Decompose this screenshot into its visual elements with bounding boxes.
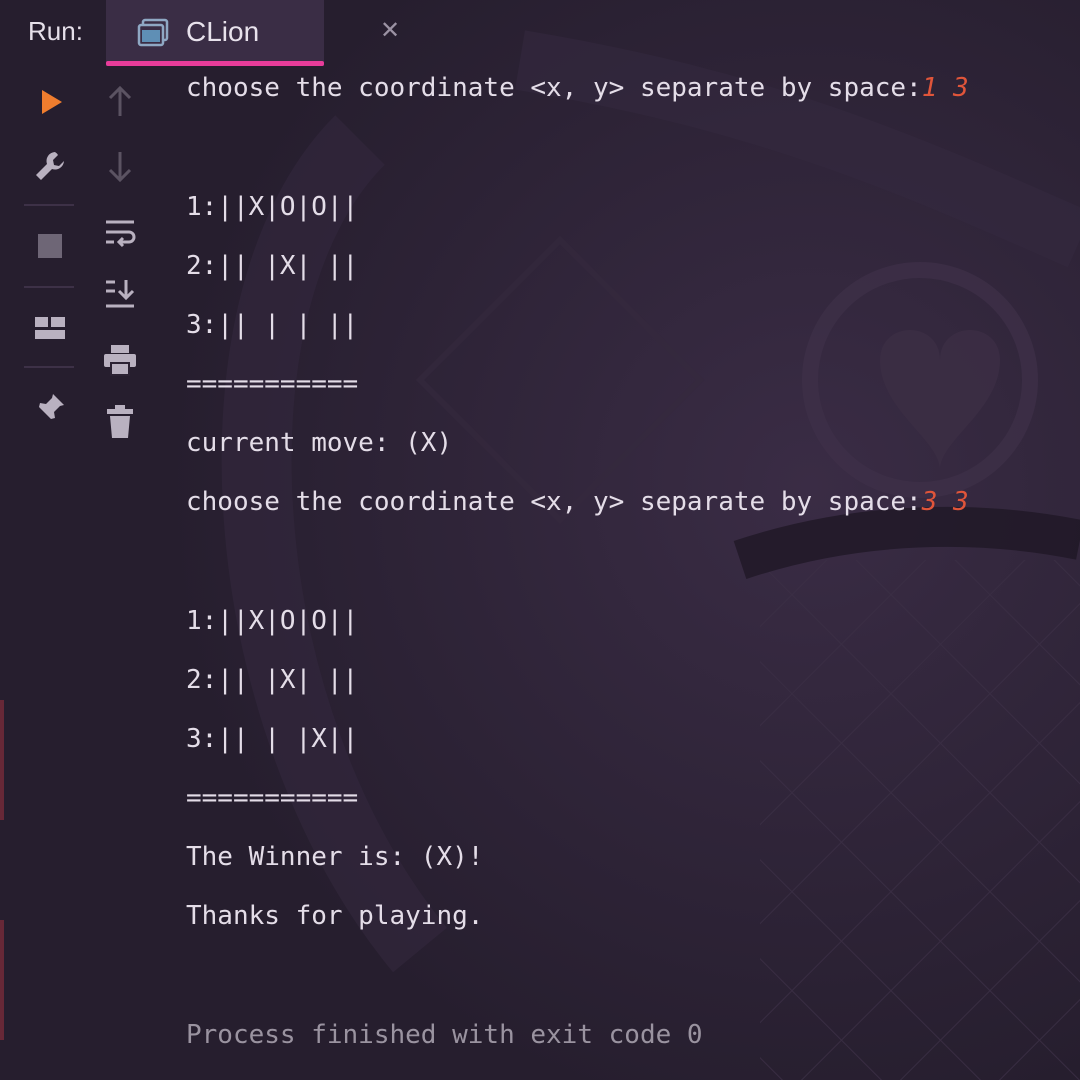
layout-button[interactable] xyxy=(30,308,70,348)
prompt-text: choose the coordinate <x, y> separate by… xyxy=(186,73,922,103)
tab-clion[interactable]: CLion ✕ xyxy=(106,0,400,66)
background-artwork xyxy=(0,0,1080,1080)
console-line: 3:|| | | || xyxy=(186,310,359,340)
console-line: =========== xyxy=(186,783,359,813)
run-label: Run: xyxy=(28,16,83,46)
stop-icon xyxy=(38,234,62,258)
console-line: 1:||X|O|O|| xyxy=(186,192,359,222)
clear-all-button[interactable] xyxy=(100,402,140,442)
trash-icon xyxy=(107,405,133,438)
console-line: 1:||X|O|O|| xyxy=(186,606,359,636)
console-line: =========== xyxy=(186,369,359,399)
console-line: current move: (X) xyxy=(186,428,453,458)
arrow-down-icon xyxy=(108,152,132,183)
prompt-text: choose the coordinate <x, y> separate by… xyxy=(186,487,922,517)
console-line: 2:|| |X| || xyxy=(186,251,359,281)
tab-label: CLion xyxy=(186,16,260,47)
console-line: Thanks for playing. xyxy=(186,901,484,931)
scroll-to-end-icon xyxy=(106,280,135,308)
side-strip-decoration xyxy=(0,700,4,1040)
close-icon[interactable]: ✕ xyxy=(380,16,400,44)
print-button[interactable] xyxy=(100,340,140,380)
console-line: The Winner is: (X)! xyxy=(186,842,484,872)
console-line: 3:|| | |X|| xyxy=(186,724,359,754)
console-line: 2:|| |X| || xyxy=(186,665,359,695)
previous-occurrence-button[interactable] xyxy=(100,82,140,122)
console-line: choose the coordinate <x, y> separate by… xyxy=(186,68,969,108)
settings-button[interactable] xyxy=(30,146,70,186)
layout-icon xyxy=(35,317,65,339)
console-window-icon xyxy=(137,18,169,47)
wrench-icon xyxy=(36,152,64,180)
pin-button[interactable] xyxy=(30,388,70,428)
soft-wrap-icon xyxy=(106,220,136,248)
pin-icon xyxy=(37,394,64,421)
arrow-up-icon xyxy=(108,85,132,116)
stop-button[interactable] xyxy=(30,226,70,266)
process-exit-line: Process finished with exit code 0 xyxy=(186,1020,703,1050)
run-button[interactable] xyxy=(30,82,70,122)
next-occurrence-button[interactable] xyxy=(100,146,140,186)
run-icon xyxy=(42,90,62,114)
console-output[interactable]: choose the coordinate <x, y> separate by… xyxy=(186,60,969,1050)
user-input-text: 1 3 xyxy=(921,73,969,103)
user-input-text: 3 3 xyxy=(921,487,969,517)
soft-wrap-button[interactable] xyxy=(100,214,140,254)
print-icon xyxy=(104,345,136,376)
scroll-to-end-button[interactable] xyxy=(100,274,140,314)
run-tool-window-header: Run: CLion ✕ xyxy=(0,0,1080,66)
console-line: choose the coordinate <x, y> separate by… xyxy=(186,482,969,522)
